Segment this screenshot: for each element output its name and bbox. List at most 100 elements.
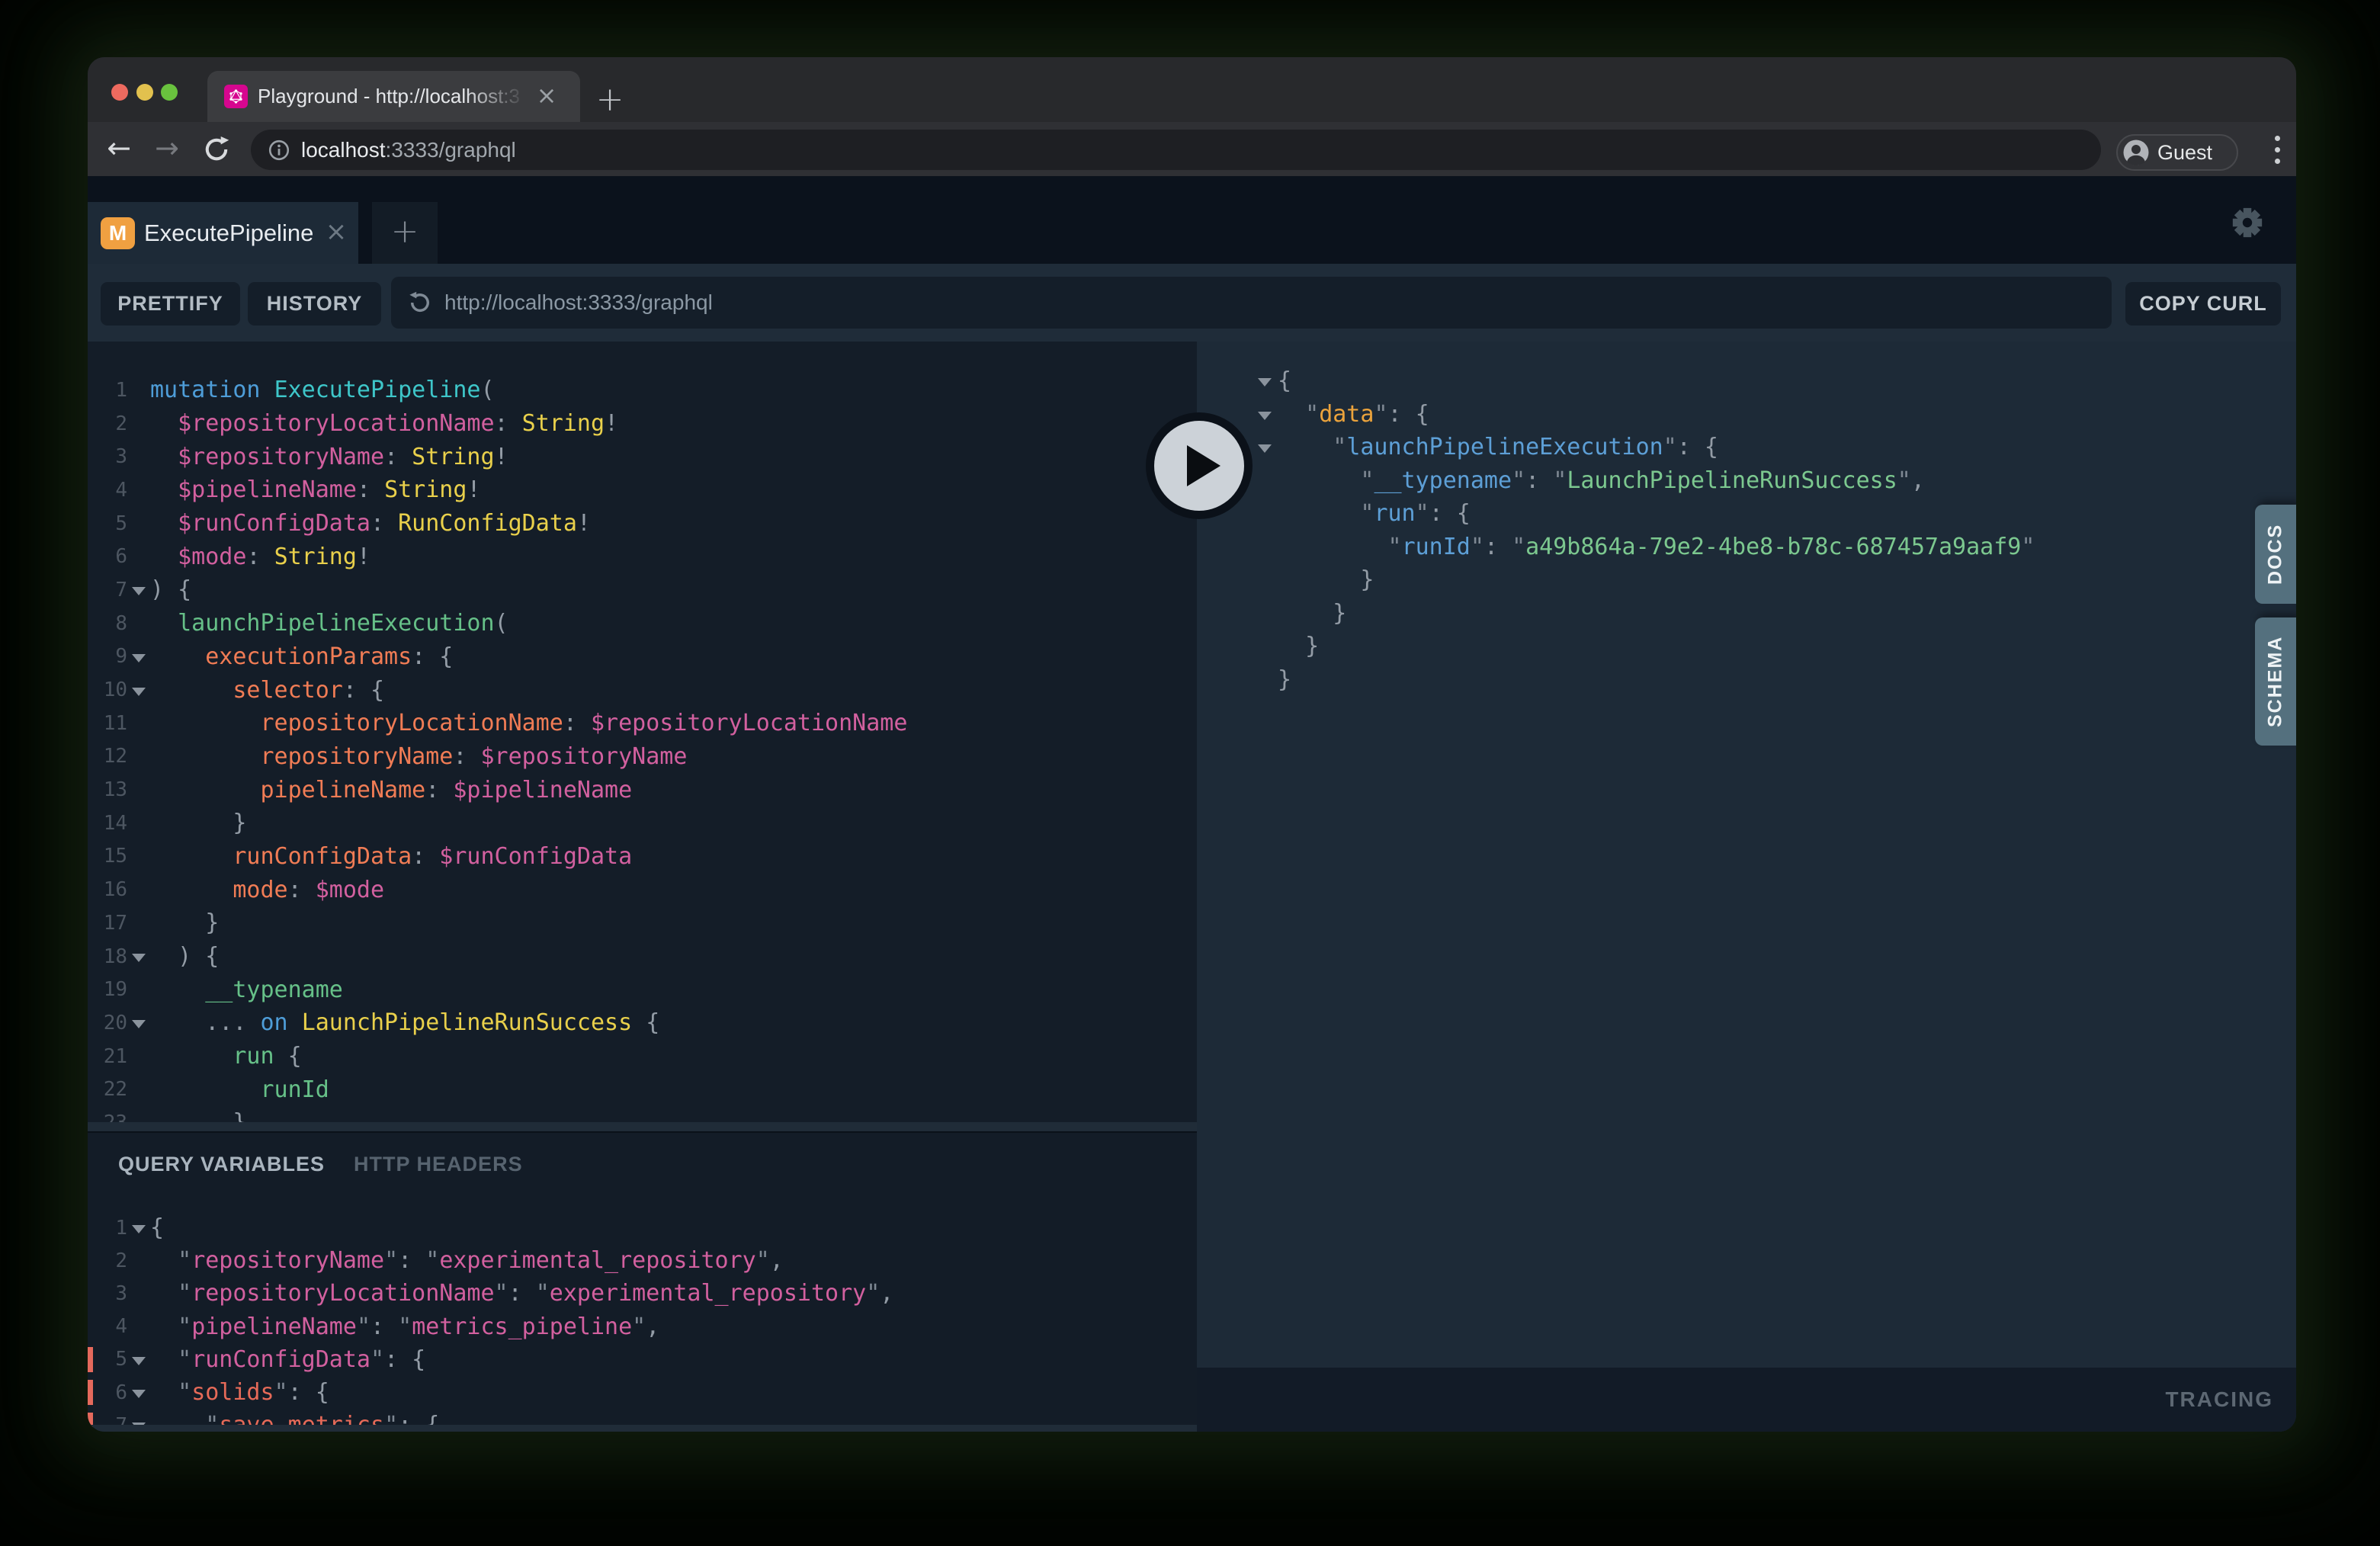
line-number: 1 — [88, 379, 127, 402]
fold-toggle-icon[interactable] — [127, 1211, 150, 1244]
fold-spacer — [127, 540, 150, 573]
back-button[interactable]: ← — [99, 122, 139, 176]
browser-menu-button[interactable] — [2262, 133, 2292, 166]
traffic-light-minimize-button[interactable] — [136, 84, 153, 101]
guest-profile-badge[interactable]: Guest — [2116, 134, 2238, 171]
docs-side-tab[interactable]: DOCS — [2255, 505, 2296, 604]
fold-toggle-icon[interactable] — [127, 640, 150, 674]
fold-spacer — [1252, 663, 1278, 697]
code-line: "runId": "a49b864a-79e2-4be8-b78c-687457… — [1197, 531, 2296, 564]
playground-toolbar: PRETTIFY HISTORY http://localhost:3333/g… — [88, 264, 2296, 342]
variables-scrollbar[interactable] — [88, 1425, 1197, 1432]
code-line: 19 __typename — [88, 973, 1197, 1006]
fold-spacer — [127, 773, 150, 807]
line-number: 2 — [88, 412, 127, 435]
line-number: 20 — [88, 1012, 127, 1034]
fold-toggle-icon[interactable] — [127, 673, 150, 707]
session-tab-close-icon[interactable]: × — [321, 202, 351, 264]
tab-http-headers[interactable]: HTTP HEADERS — [354, 1153, 523, 1176]
fold-toggle-icon[interactable] — [1252, 398, 1278, 431]
browser-navbar: ← → localhost:3333/graphql Guest — [88, 122, 2296, 176]
fold-toggle-icon[interactable] — [127, 573, 150, 607]
fold-spacer — [127, 1040, 150, 1073]
url-host: localhost — [301, 138, 386, 162]
fold-spacer — [127, 1277, 150, 1310]
code-line: 11 repositoryLocationName: $repositoryLo… — [88, 707, 1197, 740]
fold-toggle-icon[interactable] — [127, 940, 150, 973]
new-session-tab-button[interactable]: + — [372, 202, 438, 264]
playground-main: 1mutation ExecutePipeline(2 $repositoryL… — [88, 342, 2296, 1432]
tab-close-icon[interactable]: × — [534, 71, 560, 122]
fold-spacer — [1252, 630, 1278, 663]
fold-toggle-icon[interactable] — [1252, 364, 1278, 398]
tab-title-fade — [465, 71, 526, 122]
code-line: 20 ... on LaunchPipelineRunSuccess { — [88, 1006, 1197, 1040]
code-line: } — [1197, 630, 2296, 663]
line-number: 13 — [88, 778, 127, 801]
fold-toggle-icon[interactable] — [127, 1006, 150, 1040]
info-icon[interactable] — [268, 139, 290, 162]
line-number: 2 — [88, 1249, 127, 1272]
fold-toggle-icon[interactable] — [127, 1376, 150, 1409]
line-number: 19 — [88, 978, 127, 1001]
variables-editor[interactable]: 1{2 "repositoryName": "experimental_repo… — [88, 1211, 1197, 1432]
new-tab-button[interactable]: + — [592, 83, 627, 118]
fold-spacer — [1252, 497, 1278, 531]
code-line: 12 repositoryName: $repositoryName — [88, 740, 1197, 774]
address-bar[interactable]: localhost:3333/graphql — [251, 130, 2101, 170]
browser-titlebar: Playground - http://localhost:3 × + — [88, 57, 2296, 122]
endpoint-history-icon — [408, 290, 432, 315]
tracing-bar[interactable]: TRACING — [1197, 1368, 2296, 1432]
line-number: 8 — [88, 612, 127, 635]
browser-tab[interactable]: Playground - http://localhost:3 × — [207, 71, 580, 122]
playground-tab-bar: M ExecutePipeline × + — [88, 176, 2296, 264]
fold-spacer — [127, 873, 150, 906]
fold-spacer — [127, 473, 150, 507]
line-number: 14 — [88, 812, 127, 835]
line-number: 5 — [88, 512, 127, 535]
line-number: 11 — [88, 712, 127, 735]
fold-spacer — [1252, 563, 1278, 597]
session-tab-executepipeline[interactable]: M ExecutePipeline × — [88, 202, 358, 264]
history-button[interactable]: HISTORY — [248, 282, 381, 326]
tab-query-variables[interactable]: QUERY VARIABLES — [118, 1153, 325, 1176]
editor-scrollbar[interactable] — [88, 1122, 1197, 1131]
fold-toggle-icon[interactable] — [127, 1343, 150, 1376]
fold-spacer — [127, 807, 150, 840]
line-number: 9 — [88, 645, 127, 668]
forward-button[interactable]: → — [147, 122, 187, 176]
line-number: 10 — [88, 678, 127, 701]
code-line: 17 } — [88, 906, 1197, 940]
prettify-button[interactable]: PRETTIFY — [101, 282, 240, 326]
execute-play-button[interactable] — [1146, 412, 1253, 519]
fold-spacer — [127, 507, 150, 540]
fold-spacer — [1252, 531, 1278, 564]
fold-spacer — [127, 840, 150, 874]
fold-toggle-icon[interactable] — [1252, 431, 1278, 464]
avatar-icon — [2122, 139, 2150, 166]
endpoint-url-field[interactable]: http://localhost:3333/graphql — [391, 277, 2112, 329]
code-line: 4 "pipelineName": "metrics_pipeline", — [88, 1310, 1197, 1343]
line-number: 18 — [88, 945, 127, 968]
url-text: localhost:3333/graphql — [301, 138, 516, 162]
line-number: 4 — [88, 479, 127, 502]
traffic-light-zoom-button[interactable] — [161, 84, 178, 101]
code-line: 7) { — [88, 573, 1197, 607]
code-line: 10 selector: { — [88, 673, 1197, 707]
code-line: { — [1197, 364, 2296, 398]
copy-curl-button[interactable]: COPY CURL — [2125, 282, 2281, 326]
line-number: 6 — [88, 545, 127, 568]
settings-gear-icon[interactable] — [2230, 205, 2265, 240]
session-tab-title: ExecutePipeline — [144, 202, 313, 264]
fold-spacer — [127, 740, 150, 774]
code-line: 4 $pipelineName: String! — [88, 473, 1197, 507]
traffic-light-close-button[interactable] — [111, 84, 128, 101]
schema-side-tab[interactable]: SCHEMA — [2255, 617, 2296, 746]
variables-pane: QUERY VARIABLES HTTP HEADERS 1{2 "reposi… — [88, 1131, 1197, 1432]
reload-button[interactable] — [197, 122, 236, 176]
code-line: 15 runConfigData: $runConfigData — [88, 840, 1197, 874]
fold-spacer — [127, 1073, 150, 1106]
play-button-disc — [1154, 421, 1244, 511]
code-line: 13 pipelineName: $pipelineName — [88, 773, 1197, 807]
query-editor[interactable]: 1mutation ExecutePipeline(2 $repositoryL… — [88, 342, 1197, 1131]
